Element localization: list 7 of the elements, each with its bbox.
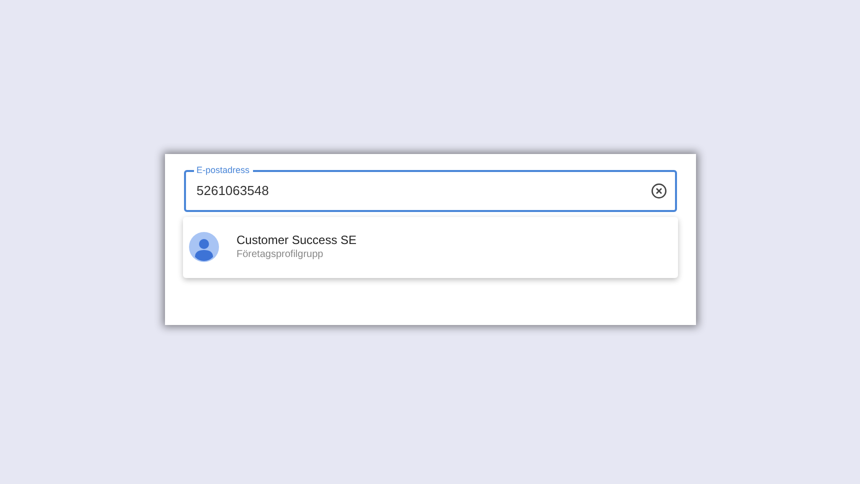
suggestion-item[interactable]: Customer Success SE Företagsprofilgrupp: [182, 216, 678, 278]
clear-icon[interactable]: [650, 182, 666, 198]
email-input[interactable]: 5261063548: [196, 180, 650, 200]
avatar-icon: [188, 232, 218, 262]
suggestion-name: Customer Success SE: [236, 232, 357, 248]
field-label: E-postadress: [194, 164, 253, 176]
suggestion-type: Företagsprofilgrupp: [236, 248, 324, 262]
